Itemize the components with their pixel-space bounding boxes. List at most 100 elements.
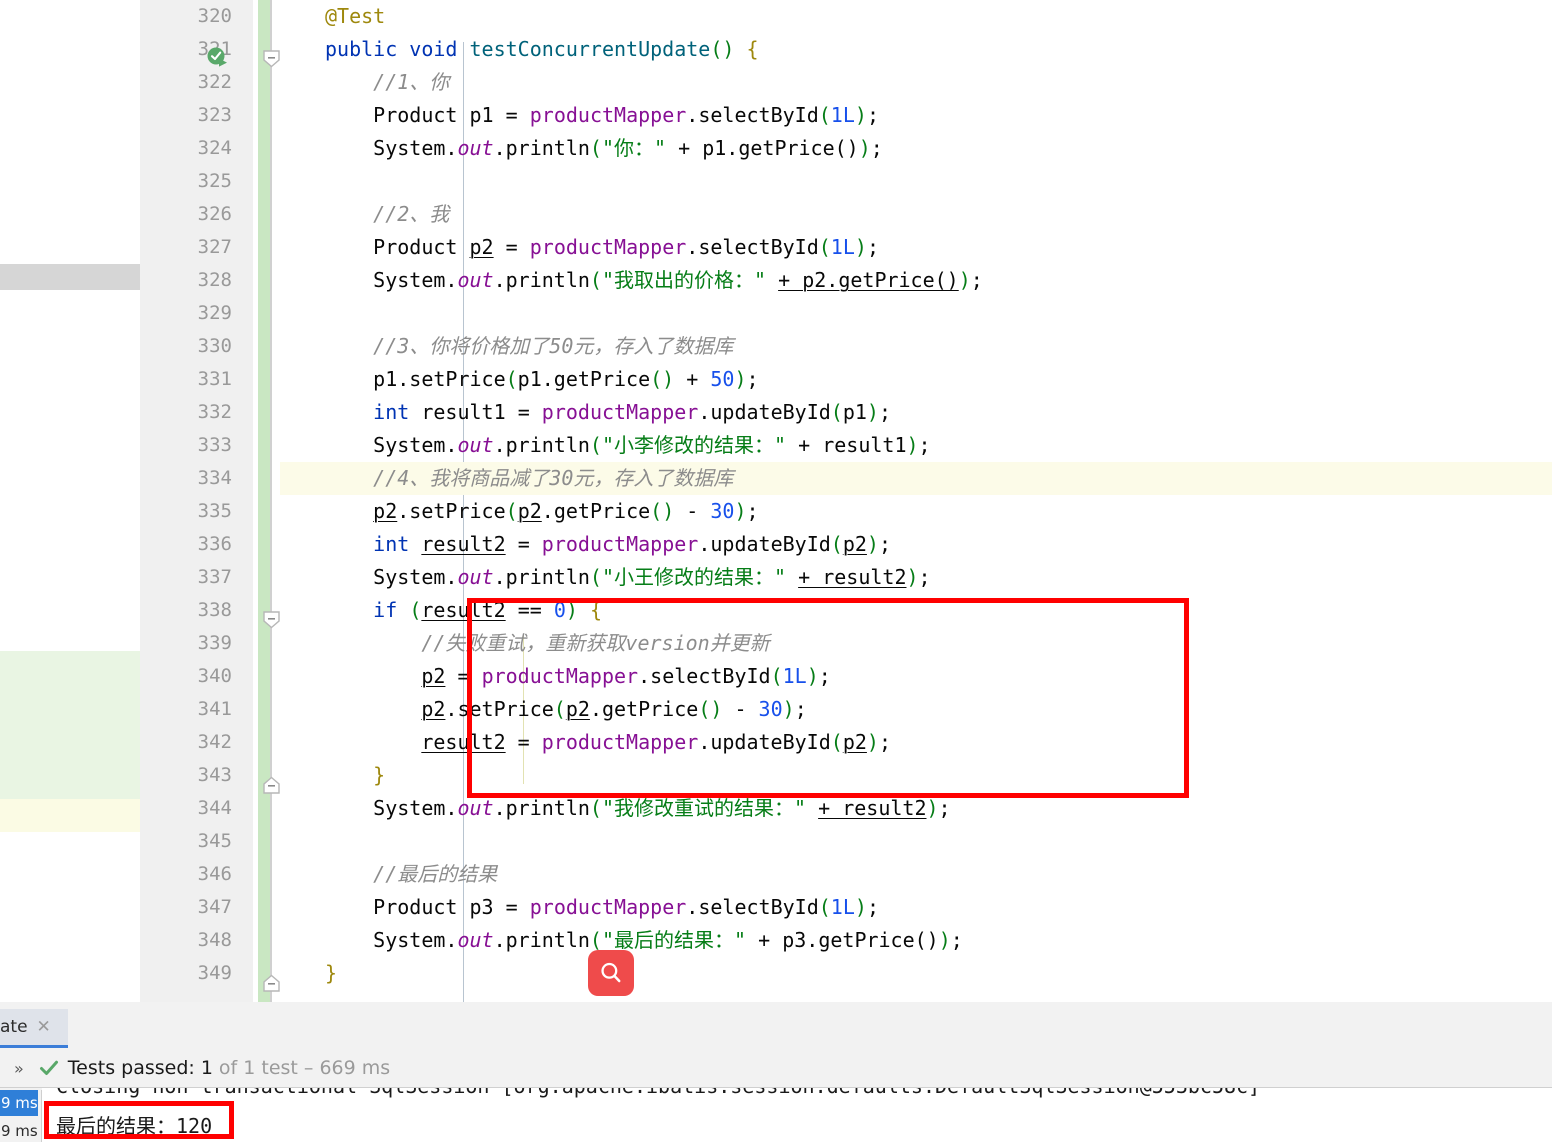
literal-30: 30 bbox=[710, 499, 735, 523]
call-updatebyid: .updateById bbox=[698, 532, 831, 556]
var-p1: p1 bbox=[469, 103, 494, 127]
console-line-result: 最后的结果：120 bbox=[56, 1110, 212, 1139]
method-parens: () bbox=[710, 37, 735, 61]
fold-collapse-icon[interactable] bbox=[262, 611, 281, 629]
code-line-327[interactable]: Product p2 = productMapper.selectById(1L… bbox=[280, 231, 1552, 264]
line-number: 324 bbox=[197, 137, 232, 159]
test-duration: 9 ms bbox=[1, 1094, 38, 1112]
literal-50: 50 bbox=[710, 367, 735, 391]
line-number: 323 bbox=[197, 104, 232, 126]
code-line-349[interactable]: } bbox=[280, 957, 1552, 990]
code-line-321[interactable]: public void testConcurrentUpdate() { bbox=[280, 33, 1552, 66]
code-line-344[interactable]: System.out.println("我修改重试的结果：" + result2… bbox=[280, 792, 1552, 825]
line-number: 349 bbox=[197, 962, 232, 984]
code-line-329[interactable] bbox=[280, 297, 1552, 330]
tab-label: ate bbox=[0, 1017, 28, 1037]
string-literal: "小王修改的结果：" bbox=[601, 565, 787, 589]
run-configuration-tab[interactable]: ate ✕ bbox=[0, 1009, 68, 1045]
test-tree-row-1[interactable]: 9 ms bbox=[0, 1118, 38, 1142]
run-tab-bar[interactable]: ate ✕ bbox=[0, 1007, 1552, 1050]
code-line-341[interactable]: p2.setPrice(p2.getPrice() - 30); bbox=[280, 693, 1552, 726]
var-p2: p2 bbox=[421, 664, 446, 688]
test-tree-row-0[interactable]: 9 ms bbox=[0, 1090, 38, 1116]
code-editor[interactable]: 3203213223233243253263273283293303313323… bbox=[140, 0, 1552, 1002]
code-line-323[interactable]: Product p1 = productMapper.selectById(1L… bbox=[280, 99, 1552, 132]
field-productmapper: productMapper bbox=[481, 664, 639, 688]
keyword-if: if bbox=[373, 598, 398, 622]
type-product: Product bbox=[373, 895, 458, 919]
fold-expand-icon[interactable] bbox=[262, 776, 281, 794]
console-line-sqlsession: Closing non transactional SqlSession [or… bbox=[56, 1088, 1260, 1098]
code-line-328[interactable]: System.out.println("我取出的价格：" + p2.getPri… bbox=[280, 264, 1552, 297]
var-p3: p3 bbox=[469, 895, 494, 919]
close-icon[interactable]: ✕ bbox=[37, 1017, 51, 1037]
code-line-320[interactable]: @Test bbox=[280, 0, 1552, 33]
search-icon-button[interactable] bbox=[588, 950, 634, 996]
code-line-336[interactable]: int result2 = productMapper.updateById(p… bbox=[280, 528, 1552, 561]
call-selectbyid: .selectById bbox=[686, 235, 819, 259]
line-number: 348 bbox=[197, 929, 232, 951]
fold-collapse-icon[interactable] bbox=[262, 50, 281, 68]
test-tree-column[interactable]: 9 ms 9 ms bbox=[0, 1090, 42, 1142]
code-line-326[interactable]: //2、我 bbox=[280, 198, 1552, 231]
code-line-347[interactable]: Product p3 = productMapper.selectById(1L… bbox=[280, 891, 1552, 924]
field-productmapper: productMapper bbox=[529, 235, 687, 259]
code-line-342[interactable]: result2 = productMapper.updateById(p2); bbox=[280, 726, 1552, 759]
call-println: .println bbox=[493, 268, 590, 292]
test-passed-count: 1 bbox=[200, 1057, 213, 1079]
code-text-area[interactable]: @Test public void testConcurrentUpdate()… bbox=[280, 0, 1552, 1002]
code-line-348[interactable]: System.out.println("最后的结果：" + p3.getPric… bbox=[280, 924, 1552, 957]
open-brace: { bbox=[746, 37, 759, 61]
line-number: 326 bbox=[197, 203, 232, 225]
console-output[interactable]: Closing non transactional SqlSession [or… bbox=[42, 1088, 1552, 1142]
ide-screenshot: 3203213223233243253263273283293303313323… bbox=[0, 0, 1552, 1142]
line-number: 325 bbox=[197, 170, 232, 192]
code-line-340[interactable]: p2 = productMapper.selectById(1L); bbox=[280, 660, 1552, 693]
left-panel-yellow-row bbox=[0, 799, 140, 832]
cond-operator: == bbox=[517, 598, 542, 622]
system-ref: System. bbox=[373, 928, 458, 952]
code-line-337[interactable]: System.out.println("小王修改的结果：" + result2)… bbox=[280, 561, 1552, 594]
code-line-324[interactable]: System.out.println("你：" + p1.getPrice())… bbox=[280, 132, 1552, 165]
double-chevron-right-icon[interactable]: » bbox=[14, 1059, 24, 1078]
fold-region-column[interactable] bbox=[253, 0, 280, 1002]
run-tool-window[interactable]: ate ✕ » Tests passed: 1 of 1 test – 669 … bbox=[0, 1002, 1552, 1142]
close-brace: } bbox=[325, 961, 338, 985]
code-line-332[interactable]: int result1 = productMapper.updateById(p… bbox=[280, 396, 1552, 429]
out-field: out bbox=[457, 565, 494, 589]
code-line-335[interactable]: p2.setPrice(p2.getPrice() - 30); bbox=[280, 495, 1552, 528]
system-ref: System. bbox=[373, 433, 458, 457]
call-selectbyid: .selectById bbox=[638, 664, 771, 688]
line-number: 339 bbox=[197, 632, 232, 654]
code-line-345[interactable] bbox=[280, 825, 1552, 858]
out-field: out bbox=[457, 268, 494, 292]
code-line-339[interactable]: //失败重试，重新获取version并更新 bbox=[280, 627, 1552, 660]
line-number: 340 bbox=[197, 665, 232, 687]
concat-expr: + result1 bbox=[798, 433, 907, 457]
string-literal: "我取出的价格：" bbox=[601, 268, 767, 292]
literal-0: 0 bbox=[553, 598, 566, 622]
call-updatebyid: .updateById bbox=[698, 400, 831, 424]
line-number: 334 bbox=[197, 467, 232, 489]
code-line-325[interactable] bbox=[280, 165, 1552, 198]
line-number: 346 bbox=[197, 863, 232, 885]
out-field: out bbox=[457, 796, 494, 820]
type-product: Product bbox=[373, 103, 458, 127]
line-number: 320 bbox=[197, 5, 232, 27]
run-test-icon[interactable] bbox=[206, 46, 228, 68]
fold-expand-icon[interactable] bbox=[262, 974, 281, 992]
var-p2: p2 bbox=[469, 235, 494, 259]
code-line-343[interactable]: } bbox=[280, 759, 1552, 792]
code-line-334[interactable]: //4、我将商品减了30元，存入了数据库 bbox=[280, 462, 1552, 495]
system-ref: System. bbox=[373, 565, 458, 589]
var-result2: result2 bbox=[421, 532, 506, 556]
type-product: Product bbox=[373, 235, 458, 259]
arg-p2: p2 bbox=[842, 532, 867, 556]
code-line-330[interactable]: //3、你将价格加了50元，存入了数据库 bbox=[280, 330, 1552, 363]
code-line-333[interactable]: System.out.println("小李修改的结果：" + result1)… bbox=[280, 429, 1552, 462]
code-line-331[interactable]: p1.setPrice(p1.getPrice() + 50); bbox=[280, 363, 1552, 396]
code-line-322[interactable]: //1、你 bbox=[280, 66, 1552, 99]
code-line-346[interactable]: //最后的结果 bbox=[280, 858, 1552, 891]
code-line-338[interactable]: if (result2 == 0) { bbox=[280, 594, 1552, 627]
call-selectbyid: .selectById bbox=[686, 895, 819, 919]
